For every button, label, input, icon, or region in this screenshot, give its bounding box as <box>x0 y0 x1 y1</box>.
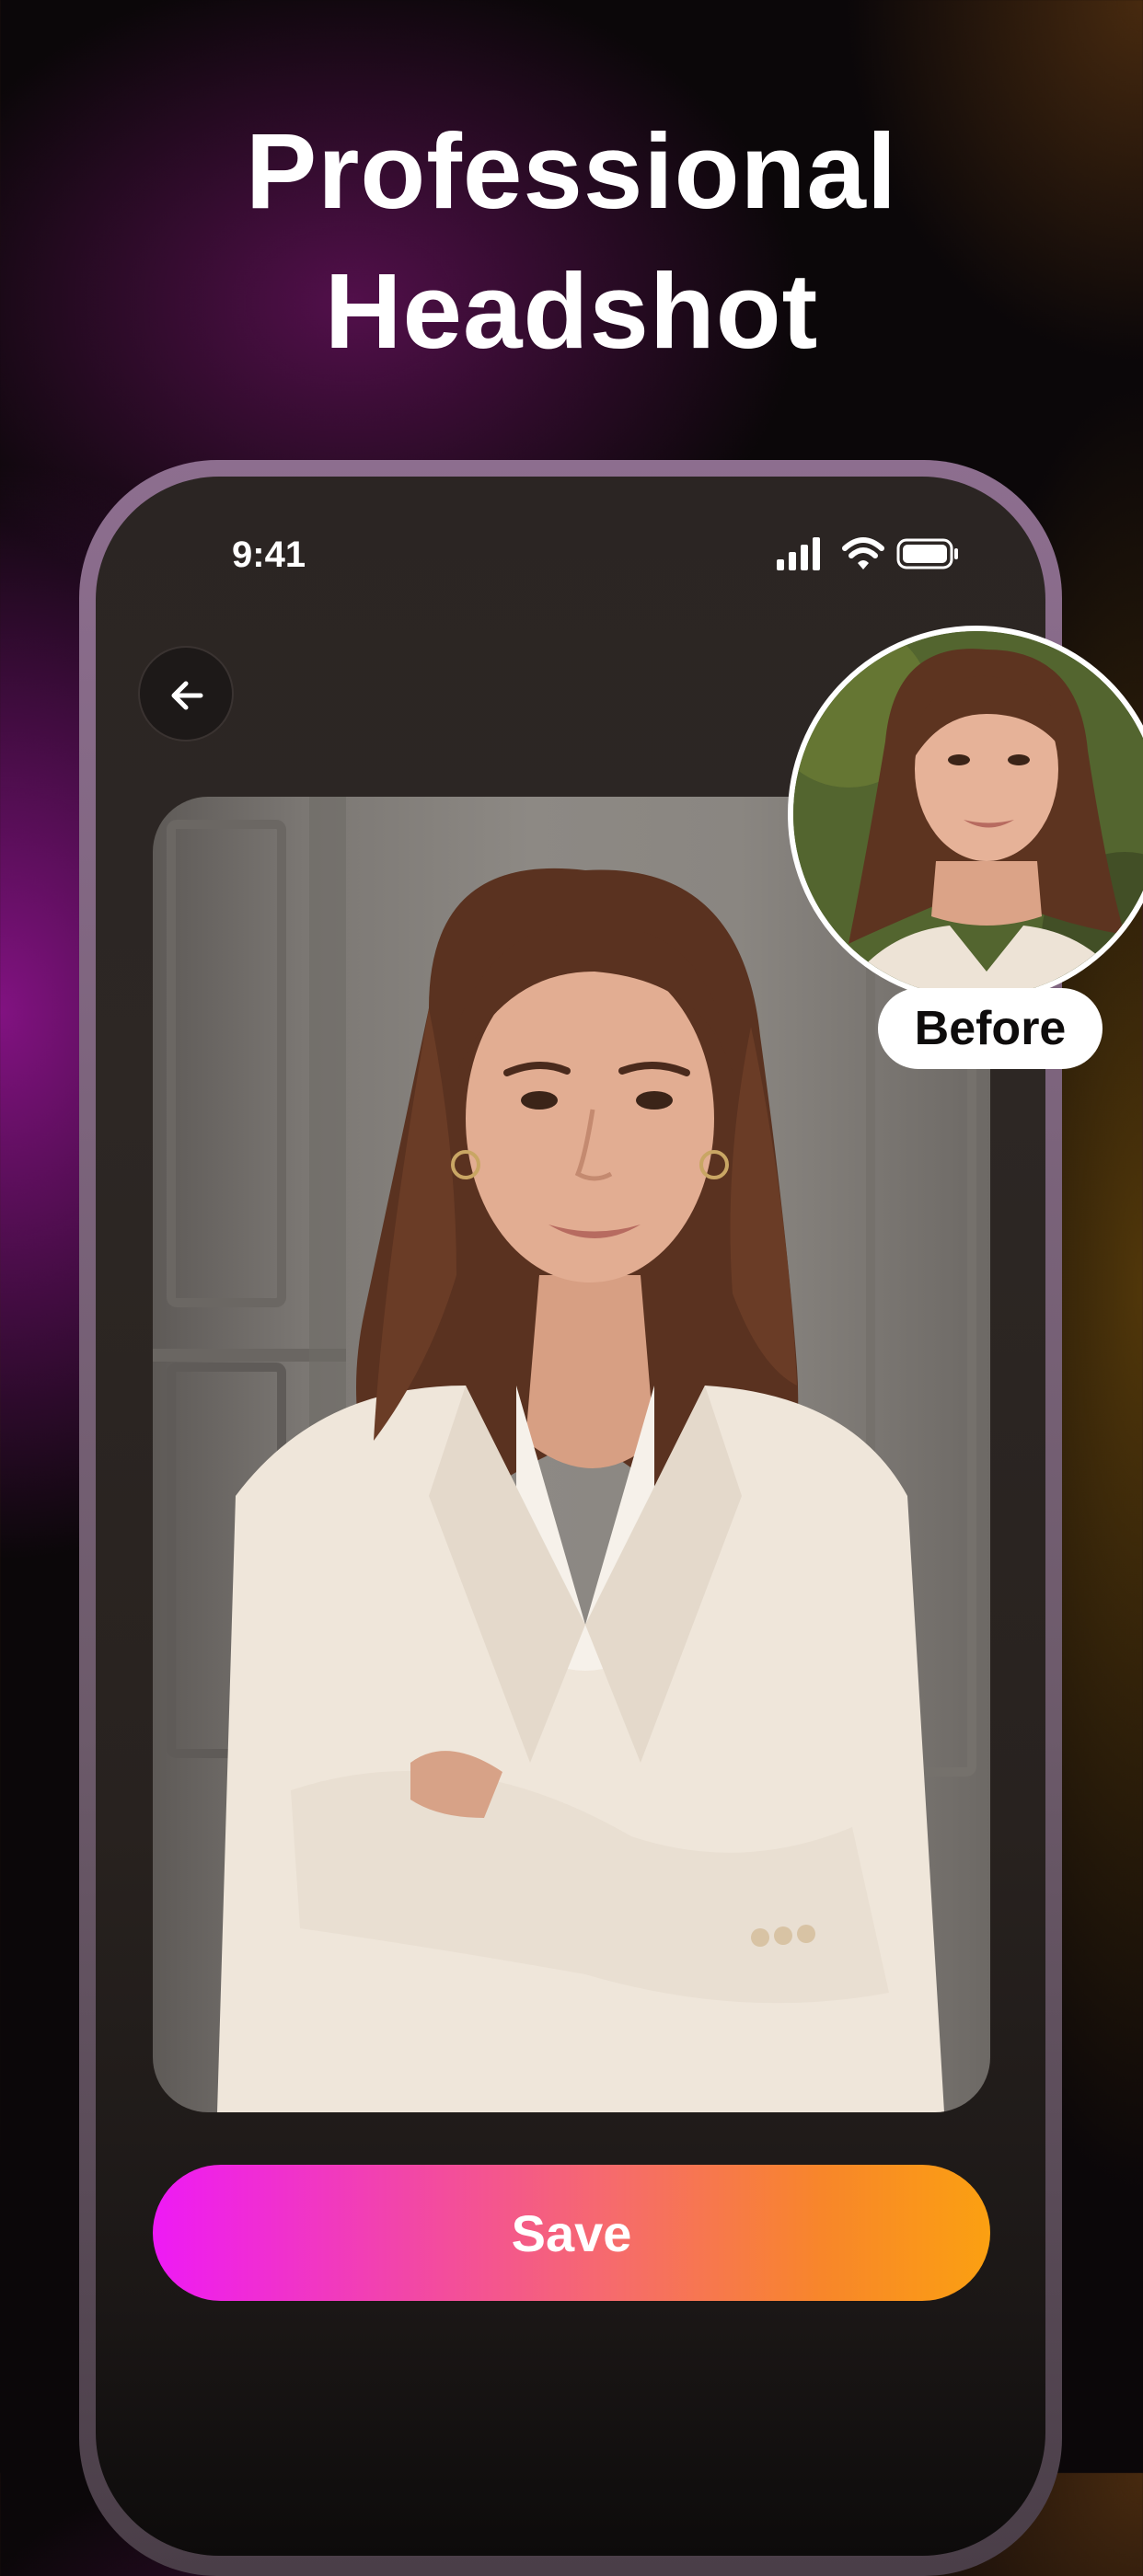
headline-line-1: Professional <box>245 111 898 231</box>
save-button[interactable]: Save <box>153 2165 990 2301</box>
wifi-icon <box>841 535 885 577</box>
back-button[interactable] <box>138 646 234 742</box>
arrow-left-icon <box>171 681 203 710</box>
page-headline: Professional Headshot <box>0 101 1143 381</box>
status-icons <box>777 535 988 576</box>
cellular-signal-icon <box>777 535 825 577</box>
before-badge: Before <box>878 988 1103 1069</box>
battery-icon <box>896 535 961 577</box>
before-photo[interactable] <box>788 626 1143 1003</box>
status-time: 9:41 <box>232 535 306 575</box>
headline-line-2: Headshot <box>324 251 819 371</box>
